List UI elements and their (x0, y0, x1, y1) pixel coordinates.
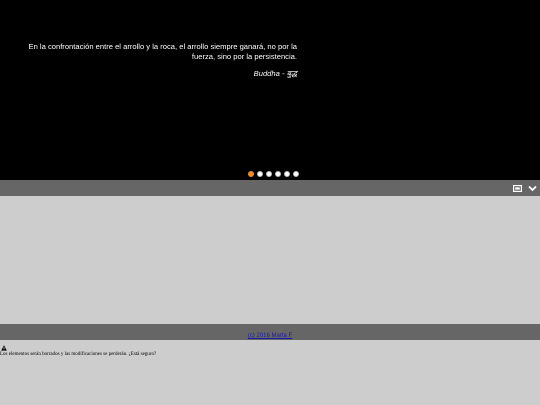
slider-pagination (248, 171, 299, 177)
warning-icon (1, 345, 7, 351)
copyright-link[interactable]: (c) 2016 Marta F (248, 333, 292, 339)
quote-slider: En la confrontación entre el arrollo y l… (0, 0, 540, 180)
footer: (c) 2016 Marta F (0, 324, 540, 340)
slide-dot-6[interactable] (293, 171, 299, 177)
toolbar (0, 180, 540, 196)
slide-dot-2[interactable] (257, 171, 263, 177)
window-icon[interactable] (512, 183, 522, 193)
quote-text: En la confrontación entre el arrollo y l… (28, 42, 297, 61)
confirm-message: Los elementos serán borrados y las modif… (0, 345, 540, 357)
quote-author: Buddha - बुद्ध (253, 69, 297, 78)
chevron-down-icon[interactable] (527, 183, 537, 193)
slide-dot-5[interactable] (284, 171, 290, 177)
slide-dot-3[interactable] (266, 171, 272, 177)
slide-dot-1[interactable] (248, 171, 254, 177)
slide-dot-4[interactable] (275, 171, 281, 177)
content-area (0, 196, 540, 324)
warning-text: Los elementos serán borrados y las modif… (0, 352, 157, 357)
